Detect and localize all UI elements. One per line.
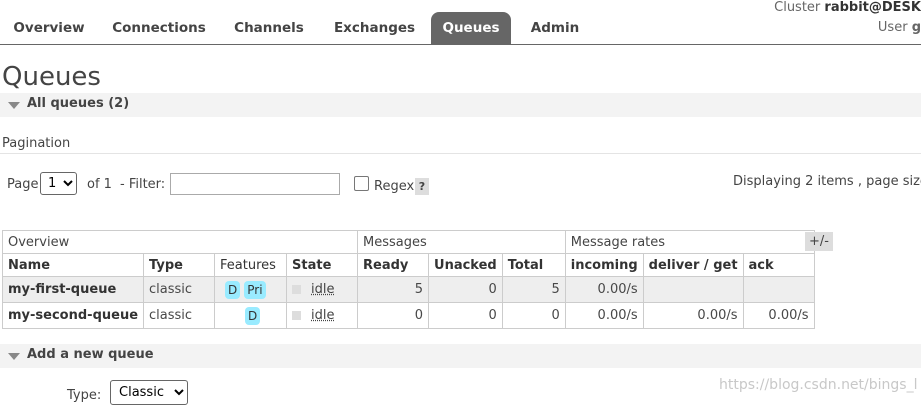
deliver-get-rate: 0.00/s xyxy=(642,302,744,329)
collapse-triangle-icon xyxy=(8,102,20,109)
col-features: Features xyxy=(214,253,288,277)
filter-label: - Filter: xyxy=(120,177,166,192)
feature-durable-badge: D xyxy=(225,280,241,299)
group-messages: Messages xyxy=(357,230,566,254)
queue-type: classic xyxy=(143,302,216,329)
state-label: idle xyxy=(311,282,335,297)
user-value[interactable]: g xyxy=(912,20,921,35)
page-select[interactable]: 1 xyxy=(40,172,77,195)
column-toggle-button[interactable]: +/- xyxy=(805,232,833,251)
all-queues-heading: All queues (2) xyxy=(27,96,130,111)
pagination-divider xyxy=(0,153,921,154)
col-unacked[interactable]: Unacked xyxy=(428,253,503,277)
main-nav: Overview Connections Channels Exchanges … xyxy=(0,12,599,44)
queue-name-link[interactable]: my-first-queue xyxy=(1,276,145,303)
ack-rate: 0.00/s xyxy=(742,302,815,329)
tab-admin[interactable]: Admin xyxy=(511,12,599,44)
table-row[interactable]: my-first-queue classic D Pri idle 5 0 5 0… xyxy=(1,276,815,303)
queue-features: D xyxy=(214,302,288,329)
tab-overview[interactable]: Overview xyxy=(0,12,98,44)
queues-table: Overview Messages Message rates Name Typ… xyxy=(1,230,815,329)
regex-help-button[interactable]: ? xyxy=(415,178,429,195)
queue-type: classic xyxy=(143,276,216,303)
ack-rate xyxy=(742,276,815,303)
cluster-label: Cluster xyxy=(774,0,821,15)
col-ack[interactable]: ack xyxy=(742,253,815,277)
col-total[interactable]: Total xyxy=(501,253,566,277)
page-label: Page xyxy=(7,177,39,192)
user-info: User g xyxy=(878,20,921,35)
pagination-heading[interactable]: Pagination xyxy=(2,136,70,151)
state-indicator-icon xyxy=(292,311,302,320)
table-row[interactable]: my-second-queue classic D idle 0 0 0 0.0… xyxy=(1,302,815,329)
queue-type-label: Type: xyxy=(67,388,102,403)
regex-label: Regex xyxy=(374,179,415,194)
state-label: idle xyxy=(311,308,335,323)
incoming-rate: 0.00/s xyxy=(564,276,644,303)
feature-durable-badge: D xyxy=(245,306,261,325)
watermark-text: https://blog.csdn.net/bings_l xyxy=(719,377,918,393)
tab-connections[interactable]: Connections xyxy=(98,12,220,44)
page-count: of 1 xyxy=(87,177,112,192)
tab-divider xyxy=(0,44,921,45)
add-queue-heading: Add a new queue xyxy=(27,347,154,362)
queue-features: D Pri xyxy=(214,276,288,303)
queue-state: idle xyxy=(286,276,359,303)
tab-channels[interactable]: Channels xyxy=(220,12,318,44)
collapse-triangle-icon xyxy=(8,353,20,360)
tab-queues[interactable]: Queues xyxy=(431,12,511,44)
filter-input[interactable] xyxy=(170,173,340,195)
unacked-count: 0 xyxy=(428,302,503,329)
feature-priority-badge: Pri xyxy=(244,280,266,299)
tab-exchanges[interactable]: Exchanges xyxy=(318,12,431,44)
queue-type-select[interactable]: Classic xyxy=(110,380,188,405)
unacked-count: 0 xyxy=(428,276,503,303)
ready-count: 5 xyxy=(357,276,430,303)
cluster-name: rabbit@DESK xyxy=(824,0,921,15)
displaying-info: Displaying 2 items , page size u xyxy=(733,174,921,189)
all-queues-section-toggle[interactable]: All queues (2) xyxy=(0,93,921,117)
col-deliver-get[interactable]: deliver / get xyxy=(642,253,744,277)
queue-name-link[interactable]: my-second-queue xyxy=(1,302,145,329)
cluster-info: Cluster rabbit@DESK xyxy=(774,0,921,15)
deliver-get-rate xyxy=(642,276,744,303)
col-state[interactable]: State xyxy=(286,253,359,277)
group-overview: Overview xyxy=(1,230,359,254)
ready-count: 0 xyxy=(357,302,430,329)
queue-state: idle xyxy=(286,302,359,329)
add-queue-section-toggle[interactable]: Add a new queue xyxy=(0,344,921,368)
page-title: Queues xyxy=(2,62,101,92)
col-ready[interactable]: Ready xyxy=(357,253,430,277)
group-message-rates: Message rates xyxy=(564,230,815,254)
user-label: User xyxy=(877,20,908,35)
col-type[interactable]: Type xyxy=(143,253,216,277)
incoming-rate: 0.00/s xyxy=(564,302,644,329)
total-count: 0 xyxy=(501,302,566,329)
state-indicator-icon xyxy=(292,285,302,294)
total-count: 5 xyxy=(501,276,566,303)
regex-checkbox[interactable] xyxy=(354,176,369,191)
col-incoming[interactable]: incoming xyxy=(564,253,644,277)
col-name[interactable]: Name xyxy=(1,253,145,277)
